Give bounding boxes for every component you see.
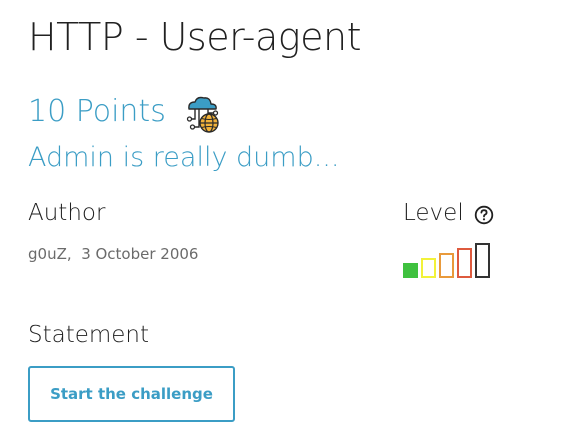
challenge-points: 10 Points <box>28 93 166 129</box>
difficulty-bar <box>439 253 454 278</box>
difficulty-bar <box>421 258 436 278</box>
cloud-network-globe-icon <box>180 92 224 136</box>
challenge-subtitle: Admin is really dumb... <box>28 142 340 173</box>
level-label: Level <box>403 200 464 226</box>
difficulty-bar <box>403 263 418 278</box>
author-separator: , <box>66 245 72 263</box>
author-name: g0uZ <box>28 245 67 263</box>
points-row: 10 Points <box>28 86 224 136</box>
author-meta: g0uZ, 3 October 2006 <box>28 245 198 263</box>
publish-date: 3 October 2006 <box>81 245 199 263</box>
difficulty-bar <box>457 248 472 278</box>
author-heading: Author <box>28 200 106 226</box>
challenge-page: HTTP - User-agent 10 Points Admin is rea… <box>0 0 564 440</box>
level-heading: Level <box>403 200 494 226</box>
question-circle-icon[interactable] <box>474 205 494 225</box>
challenge-title: HTTP - User-agent <box>28 15 361 59</box>
statement-heading: Statement <box>28 322 150 348</box>
difficulty-bar <box>475 243 490 278</box>
start-challenge-button[interactable]: Start the challenge <box>28 366 235 422</box>
difficulty-meter <box>403 243 490 278</box>
